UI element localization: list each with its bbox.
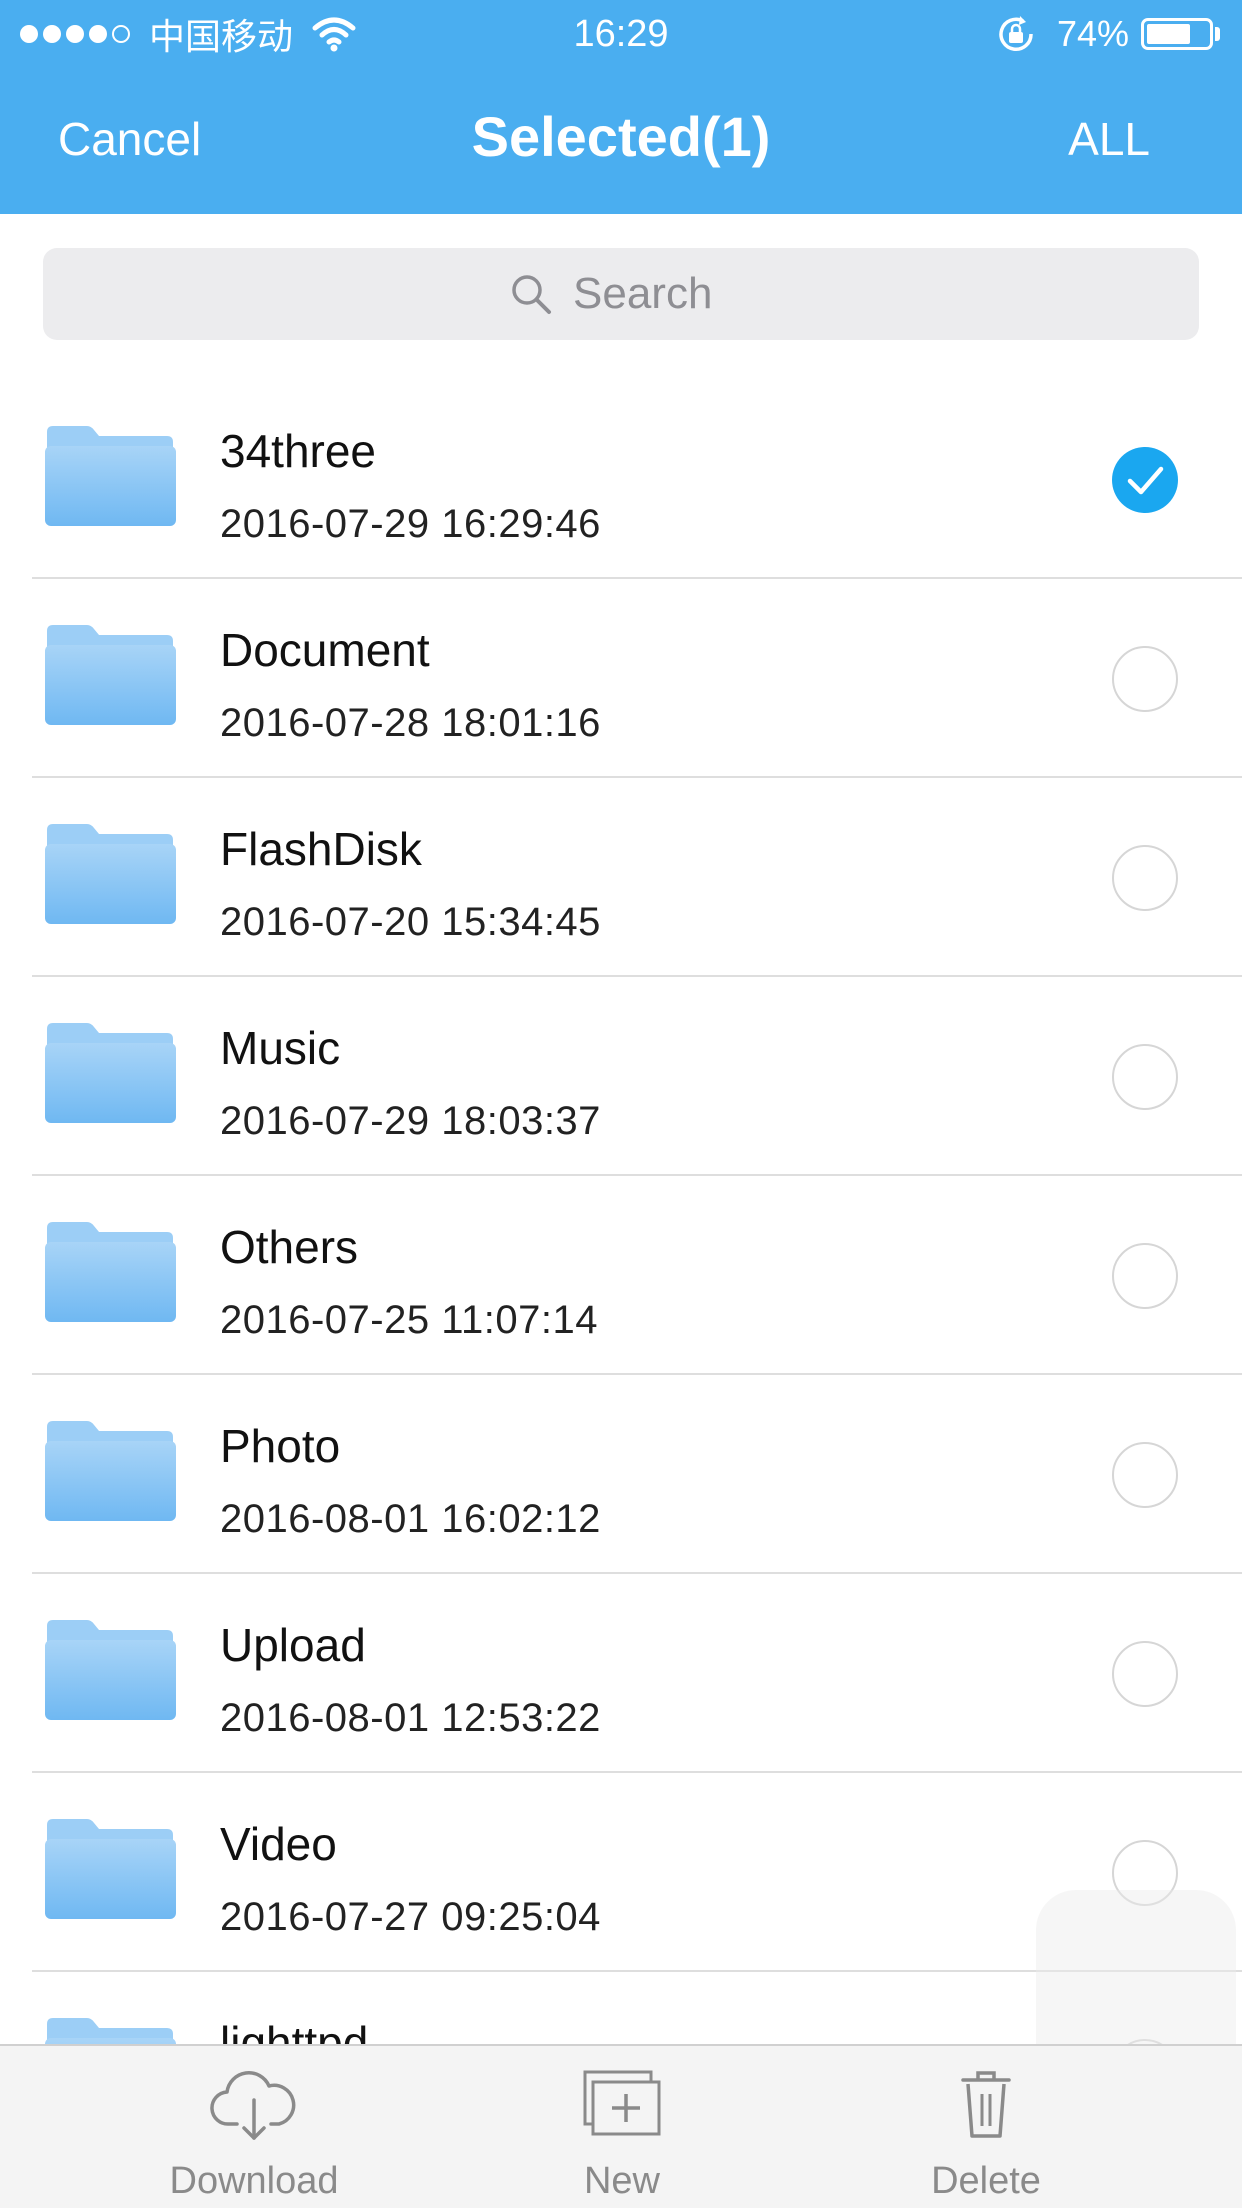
delete-label: Delete [931, 2160, 1041, 2202]
delete-button[interactable]: Delete [866, 2066, 1106, 2203]
select-checkbox[interactable] [1112, 1243, 1178, 1309]
file-name: FlashDisk [220, 823, 422, 875]
select-checkbox[interactable] [1112, 845, 1178, 911]
folder-icon [45, 2018, 176, 2044]
file-row[interactable]: Music 2016-07-29 18:03:37 [0, 977, 1242, 1176]
folder-icon [45, 1421, 176, 1521]
folder-icon [45, 1819, 176, 1919]
file-name: lighttpd [220, 2017, 369, 2044]
file-date: 2016-07-25 11:07:14 [220, 1298, 598, 1342]
download-button[interactable]: Download [134, 2066, 374, 2203]
file-row[interactable]: Upload 2016-08-01 12:53:22 [0, 1574, 1242, 1773]
file-name: Video [220, 1818, 337, 1870]
file-row[interactable]: Document 2016-07-28 18:01:16 [0, 579, 1242, 778]
file-name: Photo [220, 1420, 341, 1472]
status-right: 74% [995, 12, 1220, 56]
file-date: 2016-07-28 18:01:16 [220, 701, 601, 745]
search-bar[interactable] [43, 248, 1199, 340]
file-date: 2016-08-01 12:53:22 [220, 1696, 601, 1740]
folder-icon [45, 625, 176, 725]
file-name: Music [220, 1022, 341, 1074]
file-row[interactable]: 34three 2016-07-29 16:29:46 [0, 380, 1242, 579]
navigation-bar: Cancel Selected(1) ALL [0, 66, 1242, 214]
file-row[interactable]: Photo 2016-08-01 16:02:12 [0, 1375, 1242, 1574]
select-all-button[interactable]: ALL [1068, 112, 1150, 166]
folder-icon [45, 1620, 176, 1720]
battery-icon [1141, 18, 1213, 50]
select-checkbox[interactable] [1112, 1044, 1178, 1110]
cloud-download-icon [210, 2071, 296, 2140]
folder-icon [45, 426, 176, 526]
file-name: Document [220, 624, 430, 676]
file-name: Others [220, 1221, 359, 1273]
file-name: Upload [220, 1619, 366, 1671]
file-row[interactable]: FlashDisk 2016-07-20 15:34:45 [0, 778, 1242, 977]
search-container [0, 214, 1242, 362]
new-label: New [583, 2160, 661, 2202]
folder-icon [45, 824, 176, 924]
rotation-lock-icon [999, 16, 1033, 51]
select-checkbox[interactable] [1112, 646, 1178, 712]
new-folder-button[interactable]: New [502, 2066, 742, 2203]
download-label: Download [169, 2160, 339, 2202]
page-title: Selected(1) [471, 105, 771, 168]
select-checkbox[interactable] [1112, 447, 1178, 513]
file-date: 2016-07-20 15:34:45 [220, 900, 601, 944]
new-folder-icon [583, 2070, 661, 2136]
status-bar: 中国移动 16:29 74% [0, 0, 1242, 66]
trash-icon [961, 2071, 1011, 2138]
select-checkbox[interactable] [1112, 1442, 1178, 1508]
select-checkbox[interactable] [1112, 1641, 1178, 1707]
file-name: 34three [220, 425, 377, 477]
battery-percentage: 74% [1056, 13, 1129, 54]
checkmark-icon [1127, 466, 1164, 495]
search-input[interactable] [573, 269, 733, 319]
file-row[interactable]: Others 2016-07-25 11:07:14 [0, 1176, 1242, 1375]
bottom-toolbar: Download New Delete [0, 2044, 1242, 2208]
search-icon [512, 275, 551, 314]
file-date: 2016-07-27 09:25:04 [220, 1895, 601, 1939]
folder-icon [45, 1222, 176, 1322]
folder-icon [45, 1023, 176, 1123]
file-date: 2016-08-01 16:02:12 [220, 1497, 601, 1541]
file-list: 34three 2016-07-29 16:29:46 Document 2016-0… [0, 380, 1242, 2044]
file-date: 2016-07-29 18:03:37 [220, 1099, 601, 1143]
file-date: 2016-07-29 16:29:46 [220, 502, 601, 546]
